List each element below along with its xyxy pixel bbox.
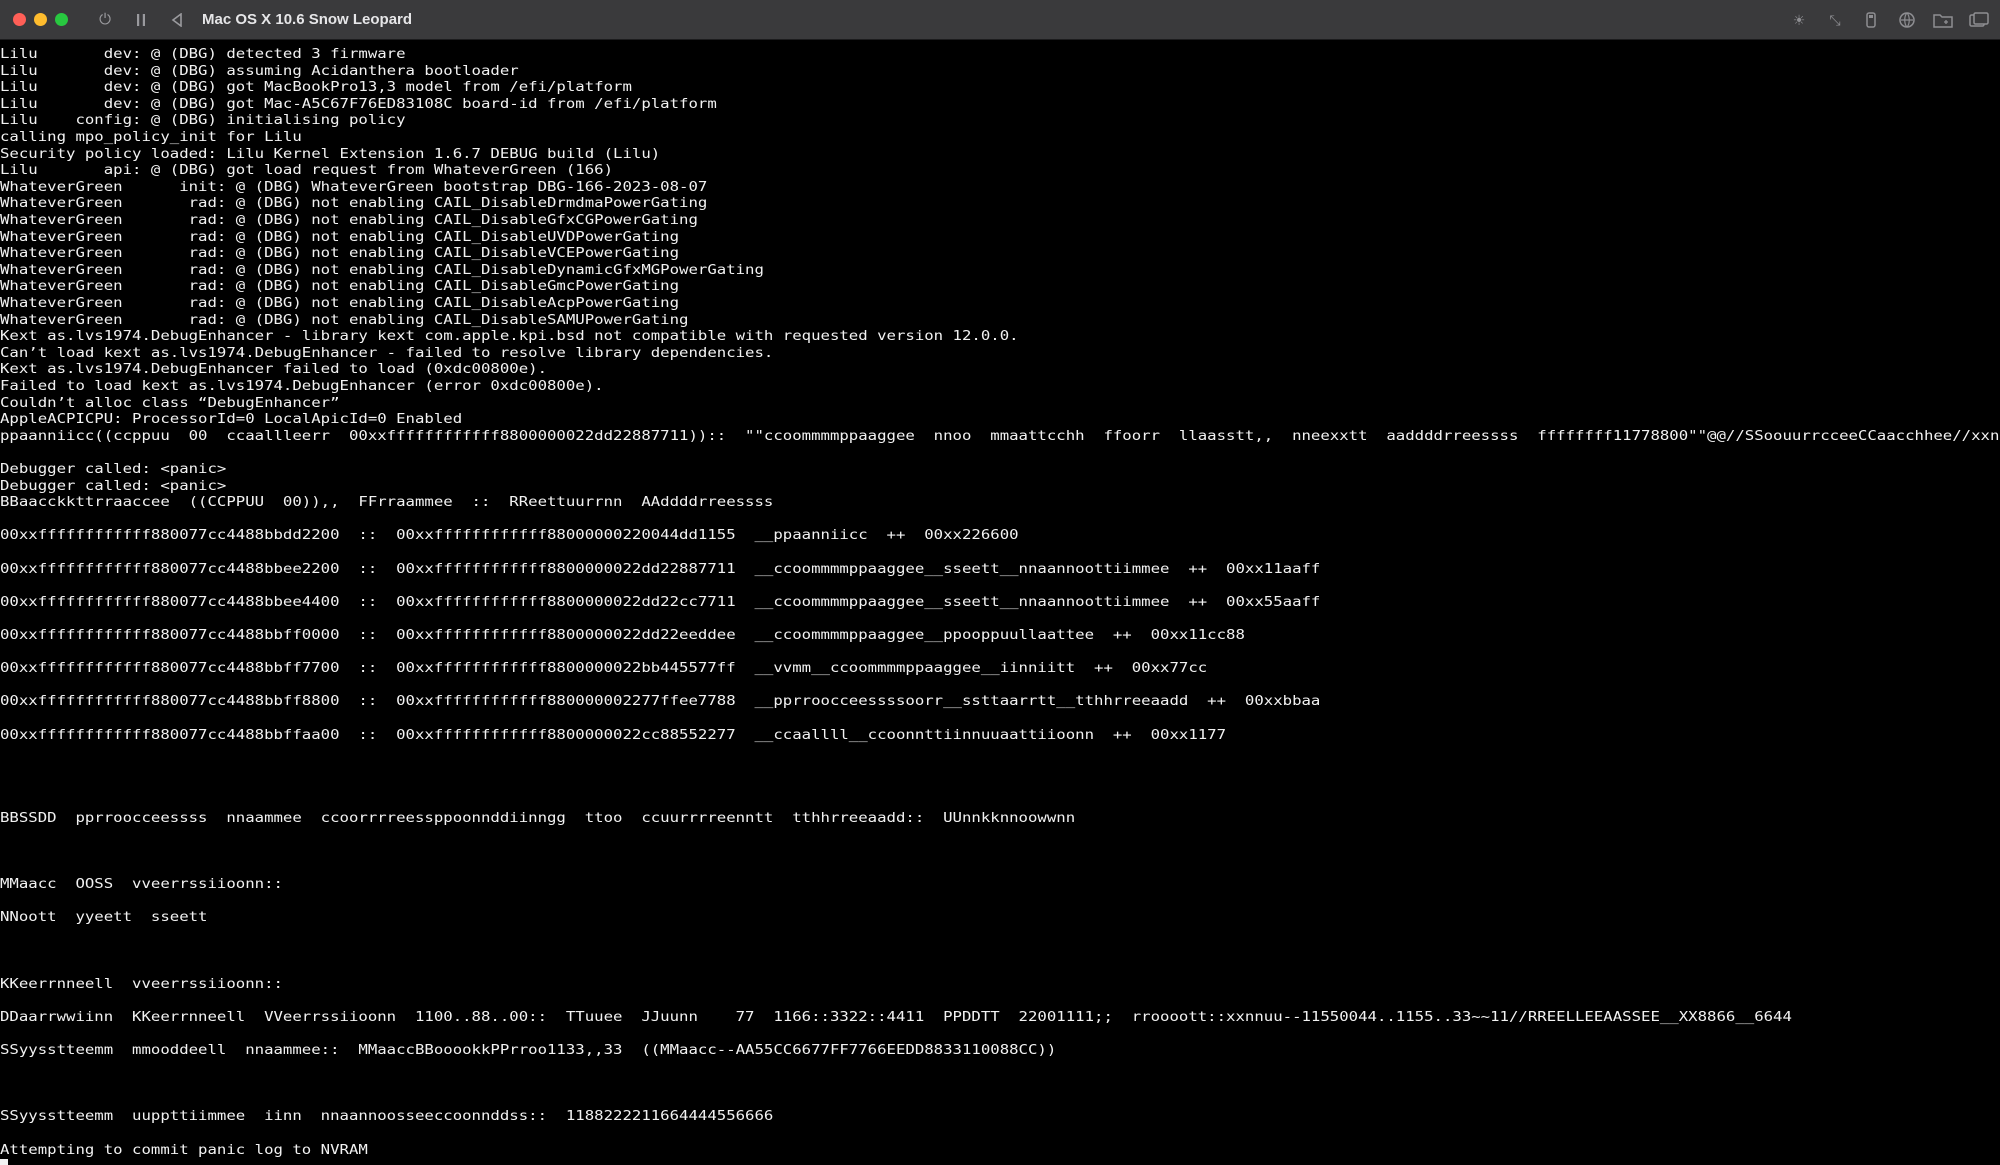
console-line: WhateverGreen rad: @ (DBG) not enabling … bbox=[0, 296, 680, 311]
console-line: Lilu dev: @ (DBG) assuming Acidanthera b… bbox=[0, 64, 519, 79]
close-button[interactable] bbox=[13, 13, 26, 26]
console-line: Lilu dev: @ (DBG) got Mac-A5C67F76ED8310… bbox=[0, 97, 717, 112]
console-line: WhateverGreen rad: @ (DBG) not enabling … bbox=[0, 313, 689, 328]
console-line: SSyysstteemm mmooddeell nnaammee:: MMaac… bbox=[0, 1043, 1057, 1058]
console-line: 00xxffffffffffff880077cc4488bbff0000 :: … bbox=[0, 628, 1245, 643]
console-line: Kext as.lvs1974.DebugEnhancer failed to … bbox=[0, 362, 548, 377]
console-line: MMaacc OOSS vveerrssiioonn:: bbox=[0, 877, 283, 892]
console-line: 00xxffffffffffff880077cc4488bbffaa00 :: … bbox=[0, 728, 1227, 743]
console-line: Attempting to commit panic log to NVRAM bbox=[0, 1143, 368, 1158]
console-line: 00xxffffffffffff880077cc4488bbdd2200 :: … bbox=[0, 528, 1019, 543]
console-line: WhateverGreen init: @ (DBG) WhateverGree… bbox=[0, 180, 708, 195]
shared-folder-icon[interactable] bbox=[1932, 9, 1954, 31]
console-line: SSyysstteemm uuppttiimmee iinn nnaannoos… bbox=[0, 1109, 774, 1124]
console-line: WhateverGreen rad: @ (DBG) not enabling … bbox=[0, 213, 698, 228]
console-line: DDaarrwwiinn KKeerrnneell VVeerrssiioonn… bbox=[0, 1010, 1792, 1025]
toolbar-right: ☀ ⤡ bbox=[1788, 9, 1990, 31]
console-line: Lilu config: @ (DBG) initialising policy bbox=[0, 113, 406, 128]
power-icon[interactable]: ⏻ bbox=[94, 9, 116, 31]
console-line: Security policy loaded: Lilu Kernel Exte… bbox=[0, 147, 661, 162]
console-line: WhateverGreen rad: @ (DBG) not enabling … bbox=[0, 230, 680, 245]
console-line: calling mpo_policy_init for Lilu bbox=[0, 130, 302, 145]
vm-controls: ⏻ bbox=[94, 9, 188, 31]
console-line: Debugger called: <panic> bbox=[0, 479, 227, 494]
text-cursor bbox=[0, 1159, 8, 1165]
kernel-console: Lilu dev: @ (DBG) detected 3 firmware Lil… bbox=[0, 40, 2000, 1165]
console-line: Couldn’t alloc class “DebugEnhancer” bbox=[0, 396, 340, 411]
network-icon[interactable] bbox=[1896, 9, 1918, 31]
vm-window: ⏻ Mac OS X 10.6 Snow Leopard ☀ ⤡ Lilu de… bbox=[0, 0, 2000, 1165]
console-line: Lilu api: @ (DBG) got load request from … bbox=[0, 163, 614, 178]
window-mode-icon[interactable] bbox=[1968, 9, 1990, 31]
back-icon[interactable] bbox=[166, 9, 188, 31]
console-line: WhateverGreen rad: @ (DBG) not enabling … bbox=[0, 196, 708, 211]
pause-icon[interactable] bbox=[130, 9, 152, 31]
brightness-icon[interactable]: ☀ bbox=[1788, 9, 1810, 31]
window-controls bbox=[13, 13, 68, 26]
console-line: NNoott yyeett sseett bbox=[0, 910, 208, 925]
console-line: KKeerrnneell vveerrssiioonn:: bbox=[0, 977, 283, 992]
console-line: BBSSDD pprroocceessss nnaammee ccoorrrre… bbox=[0, 811, 1076, 826]
minimize-button[interactable] bbox=[34, 13, 47, 26]
console-line: WhateverGreen rad: @ (DBG) not enabling … bbox=[0, 279, 680, 294]
console-line: BBaacckkttrraaccee ((CCPPUU 00)),, FFrra… bbox=[0, 495, 774, 510]
console-line: Debugger called: <panic> bbox=[0, 462, 227, 477]
console-line: Lilu dev: @ (DBG) got MacBookPro13,3 mod… bbox=[0, 80, 632, 95]
usb-icon[interactable] bbox=[1860, 9, 1882, 31]
console-line: Lilu dev: @ (DBG) detected 3 firmware bbox=[0, 47, 406, 62]
console-line: Failed to load kext as.lvs1974.DebugEnha… bbox=[0, 379, 604, 394]
console-line: Kext as.lvs1974.DebugEnhancer - library … bbox=[0, 329, 1019, 344]
zoom-button[interactable] bbox=[55, 13, 68, 26]
console-line: Can’t load kext as.lvs1974.DebugEnhancer… bbox=[0, 346, 774, 361]
console-line: WhateverGreen rad: @ (DBG) not enabling … bbox=[0, 246, 680, 261]
console-line: 00xxffffffffffff880077cc4488bbee2200 :: … bbox=[0, 562, 1321, 577]
console-line: 00xxffffffffffff880077cc4488bbff8800 :: … bbox=[0, 694, 1321, 709]
resize-icon[interactable]: ⤡ bbox=[1824, 9, 1846, 31]
window-title: Mac OS X 10.6 Snow Leopard bbox=[202, 11, 413, 28]
console-line: WhateverGreen rad: @ (DBG) not enabling … bbox=[0, 263, 764, 278]
console-line: 00xxffffffffffff880077cc4488bbee4400 :: … bbox=[0, 595, 1321, 610]
console-line: 00xxffffffffffff880077cc4488bbff7700 :: … bbox=[0, 661, 1208, 676]
console-line: AppleACPICPU: ProcessorId=0 LocalApicId=… bbox=[0, 412, 463, 427]
console-line: ppaanniicc((ccppuu 00 ccaallleerr 00xxff… bbox=[0, 429, 2000, 444]
title-bar: ⏻ Mac OS X 10.6 Snow Leopard ☀ ⤡ bbox=[0, 0, 2000, 40]
